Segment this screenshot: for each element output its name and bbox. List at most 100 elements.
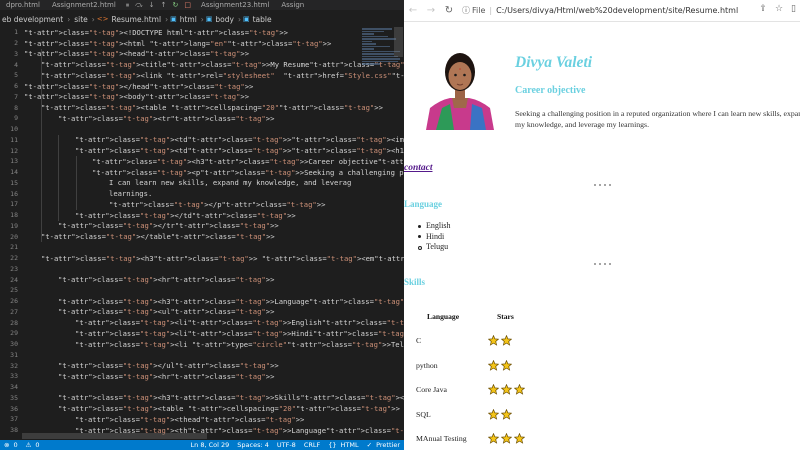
code-line[interactable]: 6 "t-attr">class="t-tag"></head"t-attr">c… bbox=[0, 81, 404, 92]
code-line[interactable]: 13 "t-attr">class="t-tag"><h3"t-attr">cla… bbox=[0, 156, 404, 167]
encoding[interactable]: UTF-8 bbox=[273, 441, 300, 449]
formatter-status[interactable]: Prettier bbox=[376, 441, 404, 449]
address-text[interactable]: C:/Users/divya/Html/web%20development/si… bbox=[496, 6, 738, 15]
code-text[interactable]: "t-attr">class="t-tag"><table "t-attr">c… bbox=[58, 404, 404, 413]
code-text[interactable]: "t-attr">class="t-tag"></table"t-attr">c… bbox=[41, 232, 275, 241]
code-text[interactable]: "t-attr">class="t-tag"><hr"t-attr">class… bbox=[58, 372, 274, 381]
code-text[interactable]: "t-attr">class="t-tag"><h3"t-attr">class… bbox=[41, 254, 404, 263]
tab-dpro[interactable]: dpro.html bbox=[0, 0, 46, 10]
code-text[interactable]: "t-attr">class="t-tag"><li"t-attr">class… bbox=[75, 318, 404, 327]
cursor-position[interactable]: Ln 8, Col 29 bbox=[187, 441, 234, 449]
code-text[interactable]: "t-attr">class="t-tag"></p"t-attr">class… bbox=[109, 200, 325, 209]
forward-icon[interactable]: → bbox=[422, 5, 440, 16]
code-text[interactable]: "t-attr">class="t-tag"><head"t-attr">cla… bbox=[24, 49, 249, 58]
step-into-icon[interactable]: ↓ bbox=[149, 1, 155, 10]
horizontal-scrollbar[interactable] bbox=[22, 433, 207, 439]
code-line[interactable]: 24 "t-attr">class="t-tag"><hr"t-attr">cla… bbox=[0, 274, 404, 285]
code-line[interactable]: 35 "t-attr">class="t-tag"><h3"t-attr">cla… bbox=[0, 393, 404, 404]
sidebar-icon[interactable]: ▯ bbox=[791, 4, 796, 14]
code-text[interactable]: "t-attr">class="t-tag"><html "t-attr">la… bbox=[24, 39, 331, 48]
code-text[interactable]: "t-attr">class="t-tag"><td"t-attr">class… bbox=[75, 146, 404, 155]
code-text[interactable]: "t-attr">class="t-tag"></ul"t-attr">clas… bbox=[58, 361, 279, 370]
code-text[interactable]: "t-attr">class="t-tag"><ul"t-attr">class… bbox=[58, 307, 404, 316]
code-text[interactable]: "t-attr">class="t-tag"><tr"t-attr">class… bbox=[58, 114, 274, 123]
code-line[interactable]: 12 "t-attr">class="t-tag"><td"t-attr">cla… bbox=[0, 145, 404, 156]
code-text[interactable]: "t-attr">class="t-tag"></td"t-attr">clas… bbox=[75, 211, 296, 220]
step-out-icon[interactable]: ↑ bbox=[161, 1, 167, 10]
code-line[interactable]: 33 "t-attr">class="t-tag"><hr"t-attr">cla… bbox=[0, 371, 404, 382]
warning-icon[interactable]: ⚠ bbox=[22, 441, 36, 449]
warning-count[interactable]: 0 bbox=[35, 441, 43, 449]
vertical-scrollbar[interactable] bbox=[394, 27, 403, 57]
code-text[interactable]: "t-attr">class="t-tag"><td"t-attr">class… bbox=[75, 135, 404, 144]
code-text[interactable]: "t-attr">class="t-tag"><body"t-attr">cla… bbox=[24, 92, 249, 101]
code-line[interactable]: 21 bbox=[0, 242, 404, 253]
code-text[interactable]: "t-attr">class="t-tag"><!DOCTYPE html"t-… bbox=[24, 28, 288, 37]
code-line[interactable]: 5 "t-attr">class="t-tag"><link "t-attr">r… bbox=[0, 70, 404, 81]
breadcrumb-site[interactable]: site bbox=[72, 15, 90, 24]
code-text[interactable]: "t-attr">class="t-tag"><p"t-attr">class=… bbox=[92, 168, 404, 177]
code-text[interactable]: "t-attr">class="t-tag"><thead"t-attr">cl… bbox=[75, 415, 304, 424]
stop-icon[interactable]: □ bbox=[184, 1, 191, 10]
code-line[interactable]: 26 "t-attr">class="t-tag"><h3"t-attr">cla… bbox=[0, 296, 404, 307]
code-text[interactable]: "t-attr">class="t-tag"><table "t-attr">c… bbox=[41, 103, 383, 112]
code-line[interactable]: 10 bbox=[0, 124, 404, 135]
code-text[interactable]: learnings. bbox=[109, 189, 152, 198]
tab-assignment2[interactable]: Assignment2.html bbox=[46, 0, 122, 10]
breadcrumb-html[interactable]: html bbox=[178, 15, 199, 24]
code-line[interactable]: 25 bbox=[0, 285, 404, 296]
reload-icon[interactable]: ↻ bbox=[440, 5, 458, 16]
code-line[interactable]: 32 "t-attr">class="t-tag"></ul"t-attr">cl… bbox=[0, 360, 404, 371]
tab-assign[interactable]: Assign bbox=[275, 0, 310, 10]
end-of-line[interactable]: CRLF bbox=[300, 441, 324, 449]
code-text[interactable]: "t-attr">class="t-tag"></head"t-attr">cl… bbox=[24, 82, 253, 91]
code-line[interactable]: 1 "t-attr">class="t-tag"><!DOCTYPE html"t… bbox=[0, 27, 404, 38]
code-line[interactable]: 27 "t-attr">class="t-tag"><ul"t-attr">cla… bbox=[0, 307, 404, 318]
code-line[interactable]: 7 "t-attr">class="t-tag"><body"t-attr">cl… bbox=[0, 92, 404, 103]
code-line[interactable]: 17 "t-attr">class="t-tag"></p"t-attr">cla… bbox=[0, 199, 404, 210]
code-text[interactable]: I can learn new skills, expand my knowle… bbox=[109, 178, 351, 187]
language-mode[interactable]: HTML bbox=[341, 441, 363, 449]
code-text[interactable]: "t-attr">class="t-tag"></tr"t-attr">clas… bbox=[58, 221, 279, 230]
code-line[interactable]: 3 "t-attr">class="t-tag"><head"t-attr">cl… bbox=[0, 49, 404, 60]
breadcrumb-table[interactable]: table bbox=[251, 15, 274, 24]
code-text[interactable]: "t-attr">class="t-tag"><hr"t-attr">class… bbox=[58, 275, 274, 284]
code-line[interactable]: 37 "t-attr">class="t-tag"><thead"t-attr">… bbox=[0, 414, 404, 425]
code-text[interactable]: "t-attr">class="t-tag"><h3"t-attr">class… bbox=[92, 157, 404, 166]
indentation[interactable]: Spaces: 4 bbox=[233, 441, 273, 449]
code-line[interactable]: 23 bbox=[0, 264, 404, 275]
breadcrumb-folder[interactable]: eb development bbox=[0, 15, 65, 24]
code-line[interactable]: 31 bbox=[0, 350, 404, 361]
share-icon[interactable]: ⇪ bbox=[759, 4, 767, 14]
code-text[interactable]: "t-attr">class="t-tag"><link "t-attr">re… bbox=[41, 71, 404, 80]
code-line[interactable]: 20 "t-attr">class="t-tag"></table"t-attr"… bbox=[0, 231, 404, 242]
code-text[interactable]: "t-attr">class="t-tag"><title"t-attr">cl… bbox=[41, 60, 404, 69]
code-line[interactable]: 9 "t-attr">class="t-tag"><tr"t-attr">clas… bbox=[0, 113, 404, 124]
code-line[interactable]: 29 "t-attr">class="t-tag"><li"t-attr">cla… bbox=[0, 328, 404, 339]
code-line[interactable]: 36 "t-attr">class="t-tag"><table "t-attr"… bbox=[0, 403, 404, 414]
address-bar[interactable]: ⓘ File | C:/Users/divya/Html/web%20devel… bbox=[462, 5, 738, 16]
code-line[interactable]: 15 I can learn new skills, expand my know… bbox=[0, 178, 404, 189]
restart-icon[interactable]: ↻ bbox=[173, 1, 179, 10]
error-count[interactable]: 0 bbox=[13, 441, 21, 449]
code-line[interactable]: 22 "t-attr">class="t-tag"><h3"t-attr">cla… bbox=[0, 253, 404, 264]
code-line[interactable]: 14 "t-attr">class="t-tag"><p"t-attr">clas… bbox=[0, 167, 404, 178]
code-line[interactable]: 34 bbox=[0, 382, 404, 393]
code-text[interactable]: "t-attr">class="t-tag"><li "t-attr">type… bbox=[75, 340, 404, 349]
code-text[interactable]: "t-attr">class="t-tag"><li"t-attr">class… bbox=[75, 329, 404, 338]
code-text[interactable]: "t-attr">class="t-tag"><h3"t-attr">class… bbox=[58, 393, 404, 402]
breadcrumb-file[interactable]: Resume.html bbox=[110, 15, 164, 24]
code-line[interactable]: 4 "t-attr">class="t-tag"><title"t-attr">c… bbox=[0, 59, 404, 70]
code-line[interactable]: 11 "t-attr">class="t-tag"><td"t-attr">cla… bbox=[0, 135, 404, 146]
info-icon[interactable]: ⓘ bbox=[462, 5, 470, 16]
code-line[interactable]: 2 "t-attr">class="t-tag"><html "t-attr">l… bbox=[0, 38, 404, 49]
step-over-icon[interactable]: ⤼ bbox=[135, 1, 142, 10]
code-line[interactable]: 16 learnings. bbox=[0, 188, 404, 199]
code-line[interactable]: 19 "t-attr">class="t-tag"></tr"t-attr">cl… bbox=[0, 221, 404, 232]
tab-assignment23[interactable]: Assignment23.html bbox=[195, 0, 275, 10]
back-icon[interactable]: ← bbox=[404, 5, 422, 16]
code-area[interactable]: 1 "t-attr">class="t-tag"><!DOCTYPE html"t… bbox=[0, 27, 404, 440]
code-editor[interactable]: dpro.html Assignment2.html ⏸ ⤼ ↓ ↑ ↻ □ A… bbox=[0, 0, 404, 450]
bookmark-star-icon[interactable]: ☆ bbox=[775, 4, 783, 14]
code-line[interactable]: 30 "t-attr">class="t-tag"><li "t-attr">ty… bbox=[0, 339, 404, 350]
